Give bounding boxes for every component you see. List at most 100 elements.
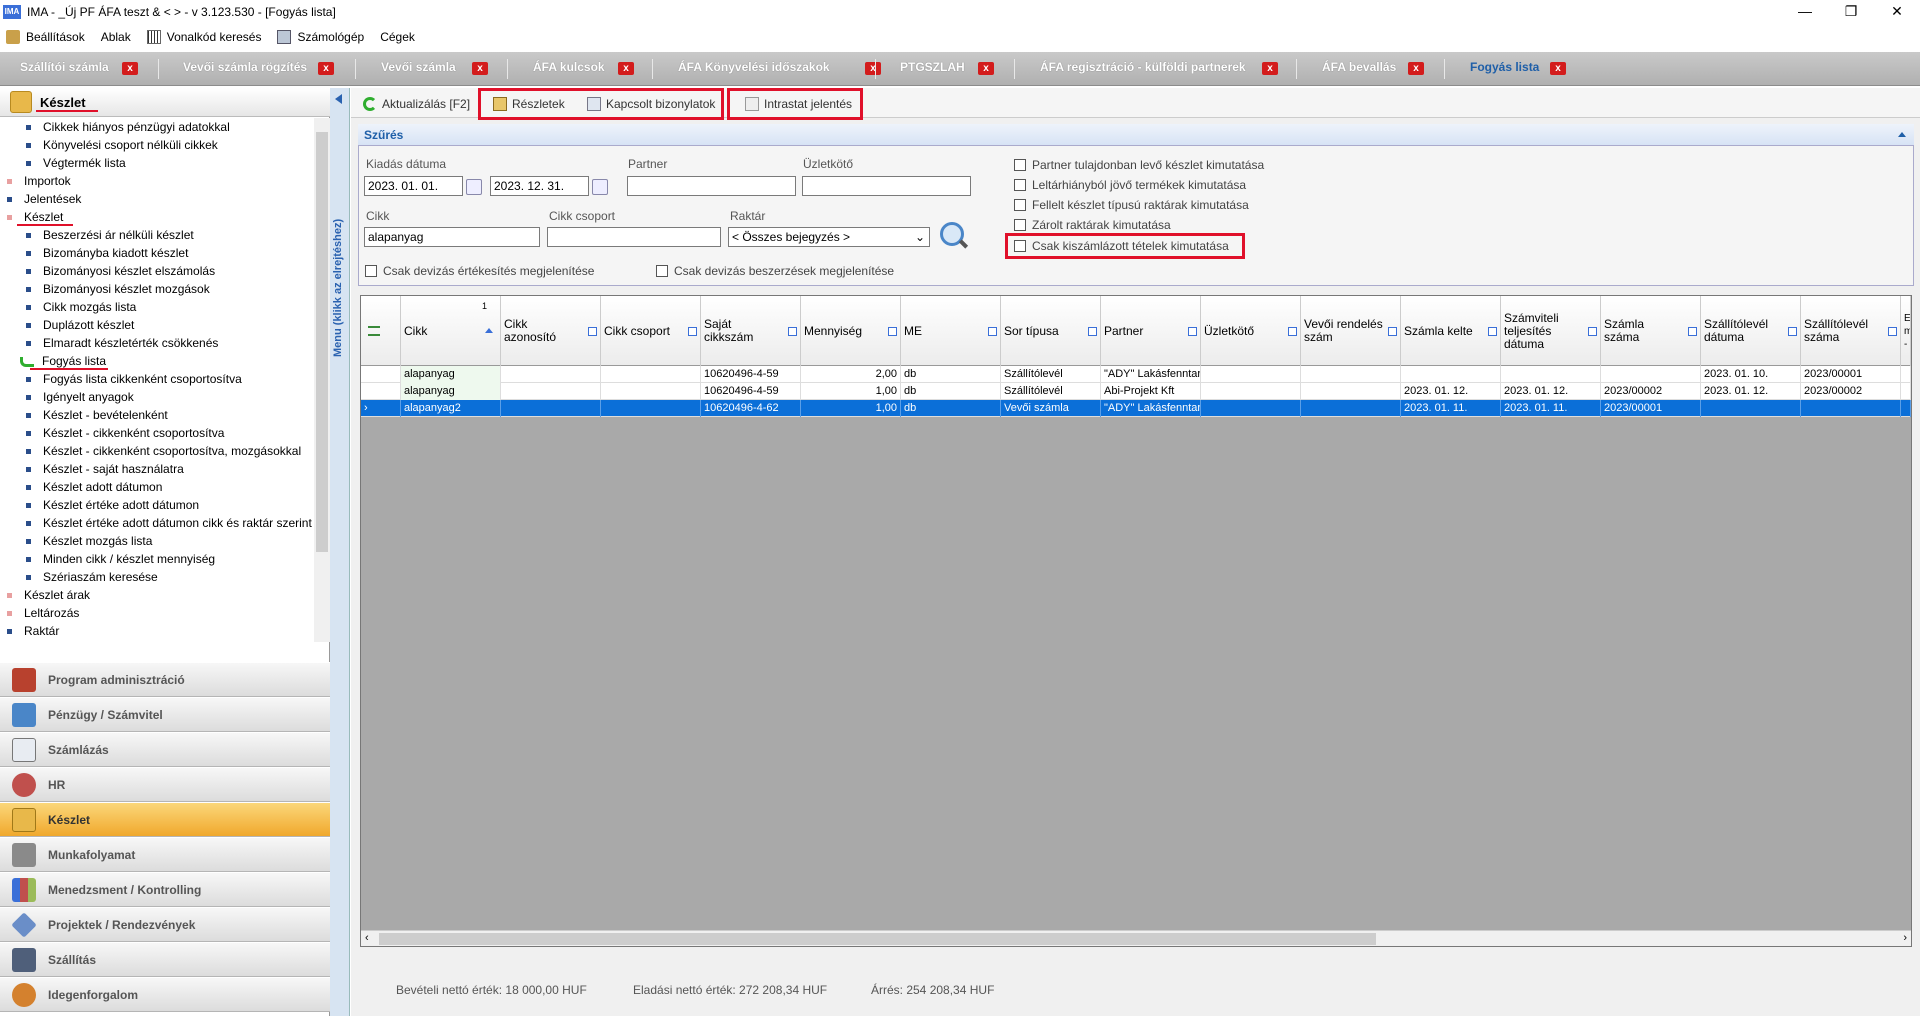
- tab-ptgszlah[interactable]: PTGSZLAH: [900, 60, 965, 80]
- column-header-invoice-date[interactable]: Számla kelte: [1401, 296, 1501, 366]
- tab-vat-periods[interactable]: ÁFA Könyvelési időszakok: [678, 60, 830, 80]
- fx-purchases-checkbox[interactable]: Csak devizás beszerzések megjelenítése: [656, 264, 894, 278]
- close-icon[interactable]: x: [472, 62, 488, 75]
- calendar-icon[interactable]: [592, 179, 608, 195]
- column-header-partner[interactable]: Partner: [1101, 296, 1201, 366]
- close-window-button[interactable]: ✕: [1874, 0, 1920, 24]
- tree-item[interactable]: Duplázott készlet: [26, 316, 134, 334]
- close-icon[interactable]: x: [1262, 62, 1278, 75]
- column-header-agent[interactable]: Üzletkötő: [1201, 296, 1301, 366]
- item-input[interactable]: alapanyag: [364, 227, 540, 247]
- column-header-more[interactable]: E m -: [1901, 296, 1911, 366]
- category-hr[interactable]: HR: [0, 767, 330, 802]
- menu-settings[interactable]: Beállítások: [6, 30, 85, 44]
- tab-customer-invoice[interactable]: Vevői számla: [381, 60, 456, 80]
- tree-item[interactable]: Készlet értéke adott dátumon: [26, 496, 199, 514]
- tab-vat-return[interactable]: ÁFA bevallás: [1322, 60, 1396, 80]
- warehouse-select[interactable]: < Összes bejegyzés > ⌄: [728, 227, 930, 247]
- tree-item[interactable]: Készlet - cikkenként csoportosítva, mozg…: [26, 442, 301, 460]
- grid-horizontal-scrollbar[interactable]: ‹ ›: [361, 930, 1911, 946]
- column-header-customer-order[interactable]: Vevői rendelés szám: [1301, 296, 1401, 366]
- category-management[interactable]: Menedzsment / Kontrolling: [0, 872, 330, 907]
- category-workflow[interactable]: Munkafolyamat: [0, 837, 330, 872]
- category-inventory[interactable]: Készlet: [0, 802, 330, 837]
- tree-item[interactable]: Készlet - bevételenként: [26, 406, 168, 424]
- column-header-item-id[interactable]: Cikk azonosító: [501, 296, 601, 366]
- scroll-thumb[interactable]: [316, 132, 328, 552]
- column-header-item[interactable]: Cikk 1: [401, 296, 501, 366]
- partner-input[interactable]: [627, 176, 796, 196]
- menu-barcode-search[interactable]: Vonalkód keresés: [146, 30, 261, 44]
- tree-item[interactable]: Készlet értéke adott dátumon cikk és rak…: [26, 514, 312, 532]
- tab-customer-invoice-entry[interactable]: Vevői számla rögzítés: [183, 60, 307, 80]
- tab-vat-rates[interactable]: ÁFA kulcsok: [533, 60, 605, 80]
- tab-supplier-invoice[interactable]: Szállítói számla: [20, 60, 109, 80]
- column-header-invoice-number[interactable]: Számla száma: [1601, 296, 1701, 366]
- column-header-item-group[interactable]: Cikk csoport: [601, 296, 701, 366]
- close-icon[interactable]: x: [618, 62, 634, 75]
- scroll-thumb[interactable]: [379, 933, 1376, 945]
- tree-group-stocktaking[interactable]: Leltározás: [7, 604, 79, 622]
- collapse-icon[interactable]: [1898, 132, 1906, 137]
- tree-scrollbar[interactable]: [314, 118, 330, 642]
- menu-window[interactable]: Ablak: [101, 30, 131, 44]
- restore-button[interactable]: ❐: [1828, 0, 1874, 24]
- date-to-input[interactable]: 2023. 12. 31.: [490, 176, 589, 196]
- tree-item[interactable]: Könyvelési csoport nélküli cikkek: [26, 136, 218, 154]
- column-header-delivery-note-date[interactable]: Szállítólevél dátuma: [1701, 296, 1801, 366]
- partner-owned-checkbox[interactable]: Partner tulajdonban levő készlet kimutat…: [1014, 158, 1264, 172]
- tree-item[interactable]: Végtermék lista: [26, 154, 126, 172]
- date-from-input[interactable]: 2023. 01. 01.: [364, 176, 463, 196]
- calendar-icon[interactable]: [466, 179, 482, 195]
- tree-item[interactable]: Fogyás lista cikkenként csoportosítva: [26, 370, 242, 388]
- refresh-button[interactable]: Aktualizálás [F2]: [363, 94, 470, 114]
- category-program-admin[interactable]: Program adminisztráció: [0, 662, 330, 697]
- category-shipping[interactable]: Szállítás: [0, 942, 330, 977]
- agent-input[interactable]: [802, 176, 971, 196]
- found-stock-checkbox[interactable]: Fellelt készlet típusú raktárak kimutatá…: [1014, 198, 1249, 212]
- tree-group-reports[interactable]: Jelentések: [7, 190, 81, 208]
- menu-collapse-strip[interactable]: Menu (klikk az elrejtéshez): [330, 88, 350, 1016]
- tree-item[interactable]: Beszerzési ár nélküli készlet: [26, 226, 194, 244]
- close-icon[interactable]: x: [1408, 62, 1424, 75]
- close-icon[interactable]: x: [978, 62, 994, 75]
- tree-item[interactable]: Készlet adott dátumon: [26, 478, 162, 496]
- fx-sales-checkbox[interactable]: Csak devizás értékesítés megjelenítése: [365, 264, 594, 278]
- category-tourism[interactable]: Idegenforgalom: [0, 977, 330, 1012]
- column-header-own-sku[interactable]: Saját cikkszám: [701, 296, 801, 366]
- tree-item[interactable]: Cikkek hiányos pénzügyi adatokkal: [26, 118, 230, 136]
- scroll-left-icon[interactable]: ‹: [365, 932, 369, 944]
- table-row[interactable]: alapanyag 10620496-4-59 2,00 db Szállító…: [361, 366, 1911, 383]
- column-header-unit[interactable]: ME: [901, 296, 1001, 366]
- scroll-right-icon[interactable]: ›: [1903, 932, 1907, 944]
- minimize-button[interactable]: —: [1782, 0, 1828, 24]
- tree-group-imports[interactable]: Importok: [7, 172, 71, 190]
- table-row[interactable]: alapanyag 10620496-4-59 1,00 db Szállító…: [361, 383, 1911, 400]
- tree-item[interactable]: Bizományosi készlet mozgások: [26, 280, 210, 298]
- column-header-row-type[interactable]: Sor típusa: [1001, 296, 1101, 366]
- category-invoicing[interactable]: Számlázás: [0, 732, 330, 767]
- tree-item[interactable]: Minden cikk / készlet mennyiség: [26, 550, 215, 568]
- close-icon[interactable]: x: [1550, 62, 1566, 75]
- close-icon[interactable]: x: [122, 62, 138, 75]
- tree-item[interactable]: Készlet - cikkenként csoportosítva: [26, 424, 224, 442]
- column-header-quantity[interactable]: Mennyiség: [801, 296, 901, 366]
- tree-group-prices[interactable]: Készlet árak: [7, 586, 90, 604]
- tree-item[interactable]: Igényelt anyagok: [26, 388, 134, 406]
- filter-panel-header[interactable]: Szűrés: [358, 124, 1914, 146]
- close-icon[interactable]: x: [865, 62, 881, 75]
- inventory-shortage-checkbox[interactable]: Leltárhiányból jövő termékek kimutatása: [1014, 178, 1246, 192]
- tree-item[interactable]: Cikk mozgás lista: [26, 298, 136, 316]
- column-header-fulfillment-date[interactable]: Számviteli teljesítés dátuma: [1501, 296, 1601, 366]
- locked-warehouses-checkbox[interactable]: Zárolt raktárak kimutatása: [1014, 218, 1171, 232]
- row-selector-header[interactable]: [361, 296, 401, 366]
- category-finance[interactable]: Pénzügy / Számvitel: [0, 697, 330, 732]
- tree-item[interactable]: Bizományosi készlet elszámolás: [26, 262, 215, 280]
- menu-companies[interactable]: Cégek: [380, 30, 415, 44]
- tree-item[interactable]: Készlet mozgás lista: [26, 532, 152, 550]
- column-header-delivery-note-number[interactable]: Szállítólevél száma: [1801, 296, 1901, 366]
- tree-group-warehouse[interactable]: Raktár: [7, 622, 59, 640]
- menu-calculator[interactable]: Számológép: [277, 30, 364, 44]
- tree-item[interactable]: Készlet - saját használatra: [26, 460, 184, 478]
- tree-item[interactable]: Bizományba kiadott készlet: [26, 244, 188, 262]
